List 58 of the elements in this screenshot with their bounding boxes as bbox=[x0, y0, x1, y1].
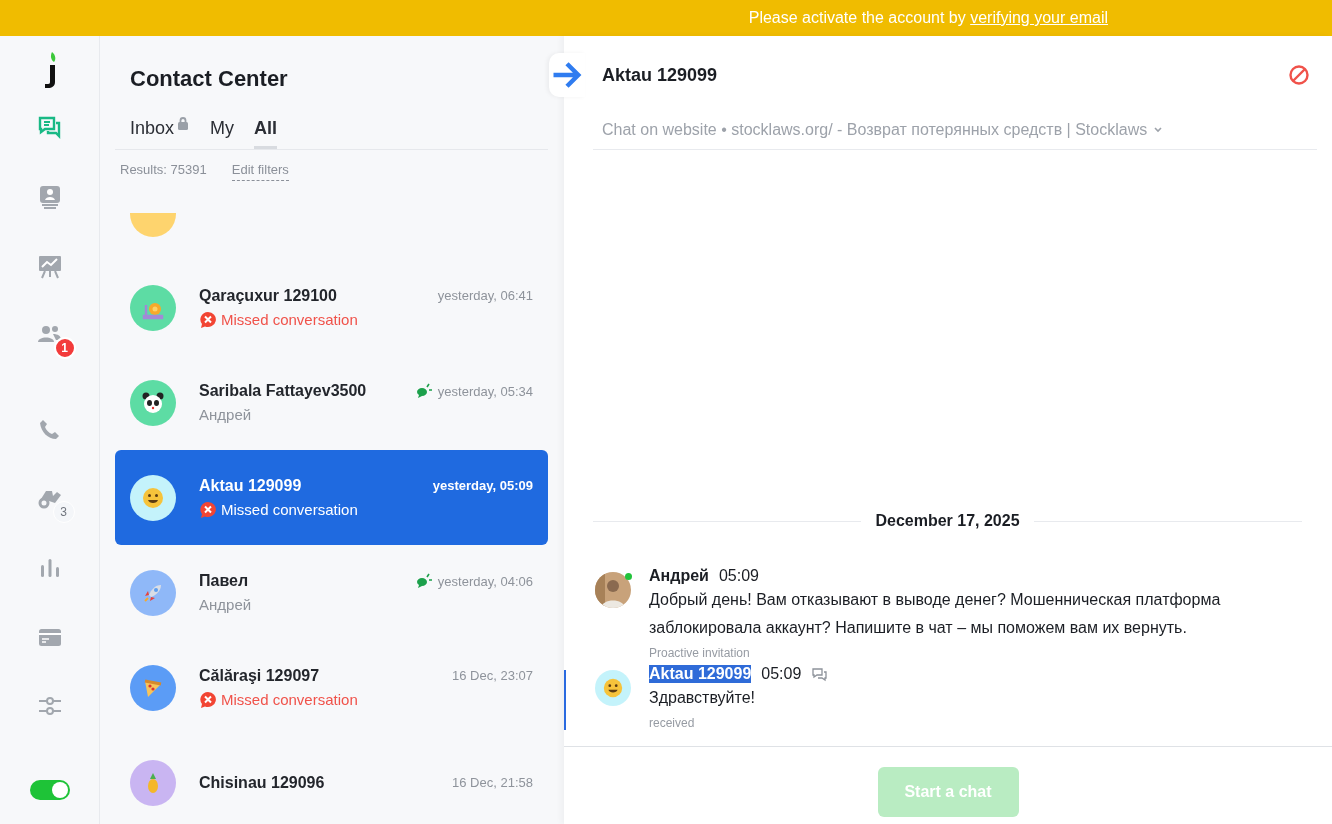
block-icon bbox=[1287, 63, 1311, 88]
agent-reply-icon bbox=[414, 383, 433, 399]
contact-name: Saribala Fattayev3500 bbox=[199, 382, 368, 400]
contact-name: Aktau 129099 bbox=[199, 476, 303, 495]
timestamp: yesterday, 04:06 bbox=[437, 573, 533, 589]
tab[interactable]: My bbox=[210, 112, 235, 149]
date-divider: December 17, 2025 bbox=[875, 512, 1020, 530]
conversation-item[interactable]: Saribala Fattayev3500 yesterday, 05:34 Андрей bbox=[115, 355, 548, 450]
message-status: Proactive invitation bbox=[649, 646, 751, 660]
author-name: Aktau 129099 bbox=[649, 665, 752, 683]
visitor-avatar bbox=[595, 670, 631, 706]
caret-icon bbox=[1153, 125, 1164, 134]
chat-source: Chat on website • stocklaws.org/ - Возврат потерянных средств | Stocklaws bbox=[602, 120, 1148, 139]
results-count: Results: 75391 bbox=[120, 162, 207, 179]
banner-text: Please activate the account by bbox=[748, 9, 967, 26]
contact-name: Павел bbox=[199, 572, 250, 590]
conversation-item[interactable]: Павел yesterday, 04:06 Андрей bbox=[115, 545, 548, 640]
message-time: 05:09 bbox=[718, 567, 759, 585]
chat-title: Aktau 129099 bbox=[602, 64, 719, 86]
timestamp: 16 Dec, 21:58 bbox=[452, 775, 533, 790]
timestamp: 16 Dec, 23:07 bbox=[452, 668, 533, 683]
timestamp: yesterday, 06:41 bbox=[437, 288, 533, 303]
tab[interactable]: Inbox bbox=[130, 112, 191, 149]
timestamp: yesterday, 05:09 bbox=[432, 478, 533, 493]
nav-button[interactable]: 1 bbox=[23, 311, 76, 359]
presentation-board-icon bbox=[36, 253, 63, 279]
online-toggle[interactable] bbox=[29, 780, 70, 800]
agent-name: Андрей bbox=[199, 406, 252, 423]
missed-chat-icon bbox=[199, 310, 217, 329]
notification-badge: 1 bbox=[53, 337, 76, 359]
nav-button[interactable]: 3 bbox=[23, 475, 76, 523]
contact-name: Qaraçuxur 129100 bbox=[199, 286, 338, 305]
agent-name: Андрей bbox=[199, 596, 252, 613]
collapse-button[interactable] bbox=[549, 53, 585, 97]
conversation-item[interactable]: Călăraşi 129097 16 Dec, 23:07 Missed conversation bbox=[115, 640, 548, 735]
panel-title: Contact Center bbox=[130, 66, 289, 92]
status-text: Missed conversation bbox=[221, 311, 358, 328]
contact-name: Călăraşi 129097 bbox=[199, 666, 321, 685]
message-status: received bbox=[649, 716, 696, 730]
chat-bubble-icon bbox=[811, 666, 828, 682]
missed-chat-icon bbox=[199, 500, 217, 519]
missed-chat-icon bbox=[199, 690, 217, 709]
author-name: Андрей bbox=[649, 567, 709, 585]
contact-name: Chisinau 129096 bbox=[199, 773, 326, 792]
message-time: 05:09 bbox=[761, 665, 802, 683]
message-text: Здравствуйте! bbox=[649, 688, 757, 708]
lock-icon bbox=[176, 116, 191, 130]
message-text: Добрый день! Вам отказывают в выводе денег? Мошенническая платформа заблокировала аккаунт? Напишите в чат – мы поможем вам их вернуть. bbox=[649, 590, 1222, 638]
conversation-item[interactable]: Chisinau 129096 16 Dec, 21:58 bbox=[115, 735, 548, 824]
agent-reply-icon bbox=[414, 573, 433, 589]
timestamp: yesterday, 05:34 bbox=[437, 383, 533, 399]
conversation-item[interactable]: Aktau 129099 yesterday, 05:09 Missed conversation bbox=[115, 450, 548, 545]
chat-icon bbox=[36, 115, 63, 141]
conversation-item[interactable]: Qaraçuxur 129100 yesterday, 06:41 Missed conversation bbox=[115, 260, 548, 355]
status-text: Missed conversation bbox=[221, 501, 358, 518]
status-text: Missed conversation bbox=[221, 691, 358, 708]
tab[interactable]: All bbox=[254, 112, 278, 149]
count-badge: 3 bbox=[52, 501, 75, 523]
